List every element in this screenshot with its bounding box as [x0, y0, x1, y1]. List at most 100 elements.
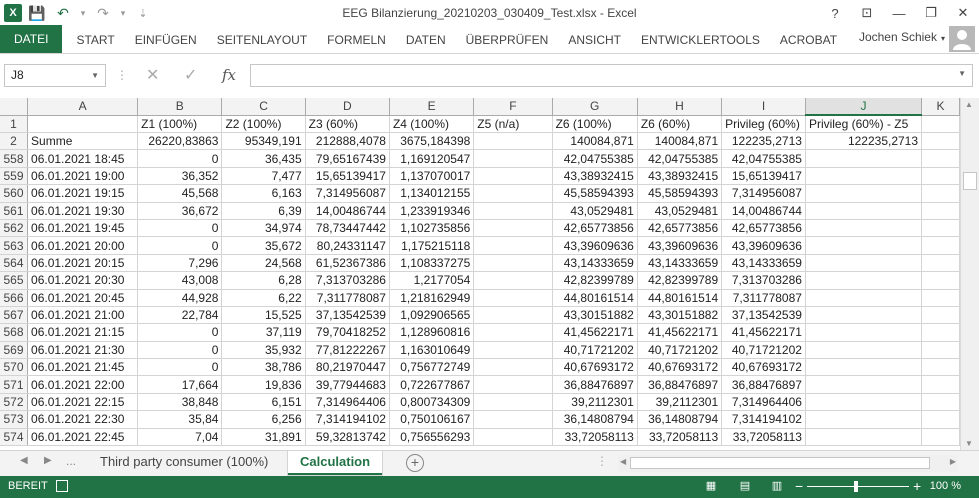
cell-b[interactable]: Z1 (100%): [137, 115, 223, 133]
cell-b[interactable]: 26220,83863: [137, 132, 223, 151]
cell-e[interactable]: 0,800734309: [389, 393, 475, 412]
page-break-view-icon[interactable]: ▥: [770, 479, 784, 493]
cell-f[interactable]: [473, 323, 553, 342]
cell-b[interactable]: 7,296: [137, 254, 223, 273]
cell-j[interactable]: [805, 219, 923, 238]
cell-a[interactable]: [27, 115, 139, 133]
cell-h[interactable]: 45,58594393: [637, 184, 723, 203]
cell-k[interactable]: [921, 115, 960, 133]
cell-j[interactable]: Privileg (60%) - Z5: [805, 115, 923, 133]
cell-i[interactable]: 40,71721202: [721, 341, 806, 360]
cell-k[interactable]: [921, 236, 960, 255]
cell-i[interactable]: 43,14333659: [721, 254, 806, 273]
cell-h[interactable]: 36,88476897: [637, 375, 723, 394]
cell-j[interactable]: [805, 323, 923, 342]
undo-dropdown-icon[interactable]: ▾: [78, 3, 88, 23]
undo-icon[interactable]: ↶: [52, 3, 74, 23]
cell-a[interactable]: 06.01.2021 22:30: [27, 410, 139, 429]
cell-e[interactable]: 1,218162949: [389, 289, 475, 307]
macro-record-icon[interactable]: [56, 480, 68, 492]
cell-h[interactable]: 33,72058113: [637, 428, 723, 447]
cancel-entry-icon[interactable]: ✕: [146, 64, 159, 87]
cell-d[interactable]: 7,313703286: [305, 271, 390, 290]
row-header[interactable]: 2: [0, 132, 29, 151]
cell-a[interactable]: 06.01.2021 22:00: [27, 375, 139, 394]
cell-h[interactable]: 39,2112301: [637, 393, 723, 412]
cell-e[interactable]: 1,2177054: [389, 271, 475, 290]
cell-g[interactable]: 43,14333659: [552, 254, 638, 273]
cell-g[interactable]: 45,58594393: [552, 184, 638, 203]
cell-h[interactable]: 36,14808794: [637, 410, 723, 429]
cell-k[interactable]: [921, 184, 960, 203]
row-header[interactable]: 564: [0, 254, 29, 273]
cell-a[interactable]: 06.01.2021 20:15: [27, 254, 139, 273]
cell-e[interactable]: 0,756556293: [389, 428, 475, 447]
cell-a[interactable]: 06.01.2021 19:45: [27, 219, 139, 238]
cell-a[interactable]: 06.01.2021 19:15: [27, 184, 139, 203]
cell-j[interactable]: [805, 375, 923, 394]
scroll-up-icon[interactable]: ▲: [965, 100, 973, 109]
column-header-g[interactable]: G: [552, 98, 638, 116]
cell-g[interactable]: 43,30151882: [552, 306, 638, 325]
cell-c[interactable]: 38,786: [221, 358, 306, 377]
cell-a[interactable]: 06.01.2021 20:30: [27, 271, 139, 290]
cell-c[interactable]: 15,525: [221, 306, 306, 325]
cell-e[interactable]: 3675,184398: [389, 132, 475, 151]
row-header[interactable]: 572: [0, 393, 29, 412]
sheet-tab-calculation[interactable]: Calculation: [288, 451, 383, 475]
cell-k[interactable]: [921, 289, 960, 307]
cell-h[interactable]: 42,04755385: [637, 149, 723, 168]
cell-h[interactable]: Z6 (60%): [637, 115, 723, 133]
normal-view-icon[interactable]: ▦: [704, 479, 718, 493]
cell-f[interactable]: [473, 375, 553, 394]
redo-dropdown-icon[interactable]: ▾: [118, 3, 128, 23]
formula-input[interactable]: ▼: [250, 64, 973, 87]
cell-c[interactable]: 19,836: [221, 375, 306, 394]
cell-e[interactable]: 0,750106167: [389, 410, 475, 429]
tab-seitenlayout[interactable]: SEITENLAYOUT: [207, 27, 317, 53]
scroll-down-icon[interactable]: ▼: [965, 439, 973, 448]
row-header[interactable]: 561: [0, 202, 29, 220]
cell-k[interactable]: [921, 375, 960, 394]
cell-g[interactable]: 36,14808794: [552, 410, 638, 429]
cell-g[interactable]: 140084,871: [552, 132, 638, 151]
cell-e[interactable]: 1,128960816: [389, 323, 475, 342]
cell-k[interactable]: [921, 393, 960, 412]
cell-d[interactable]: 79,65167439: [305, 149, 390, 168]
cell-h[interactable]: 43,30151882: [637, 306, 723, 325]
cell-j[interactable]: [805, 393, 923, 412]
cell-a[interactable]: 06.01.2021 22:15: [27, 393, 139, 412]
cell-i[interactable]: Privileg (60%): [721, 115, 806, 133]
cell-f[interactable]: [473, 410, 553, 429]
cell-g[interactable]: 43,38932415: [552, 167, 638, 186]
cell-k[interactable]: [921, 219, 960, 238]
cell-b[interactable]: 35,84: [137, 410, 223, 429]
cell-k[interactable]: [921, 202, 960, 220]
cell-i[interactable]: 7,314194102: [721, 410, 806, 429]
excel-logo-icon[interactable]: X: [4, 4, 22, 22]
column-header-c[interactable]: C: [221, 98, 306, 116]
cell-i[interactable]: 43,39609636: [721, 236, 806, 255]
cell-j[interactable]: [805, 358, 923, 377]
cell-g[interactable]: 33,72058113: [552, 428, 638, 447]
cell-b[interactable]: 17,664: [137, 375, 223, 394]
name-box[interactable]: J8 ▼: [4, 64, 106, 87]
row-header[interactable]: 571: [0, 375, 29, 394]
cell-i[interactable]: 33,72058113: [721, 428, 806, 447]
column-header-i[interactable]: I: [721, 98, 806, 116]
cell-g[interactable]: 43,0529481: [552, 202, 638, 220]
cell-a[interactable]: 06.01.2021 22:45: [27, 428, 139, 447]
customize-qat-icon[interactable]: ⇣: [132, 3, 154, 23]
cell-f[interactable]: [473, 254, 553, 273]
cell-j[interactable]: [805, 167, 923, 186]
zoom-out-button[interactable]: −: [795, 478, 803, 494]
horizontal-scrollbar[interactable]: ◀ ▶: [618, 455, 958, 472]
cell-b[interactable]: 0: [137, 341, 223, 360]
cell-i[interactable]: 122235,2713: [721, 132, 806, 151]
row-header[interactable]: 559: [0, 167, 29, 186]
column-header-h[interactable]: H: [637, 98, 723, 116]
cell-d[interactable]: 7,314964406: [305, 393, 390, 412]
cell-e[interactable]: 1,102735856: [389, 219, 475, 238]
cell-k[interactable]: [921, 167, 960, 186]
sheet-next-icon[interactable]: ▶: [44, 455, 52, 466]
